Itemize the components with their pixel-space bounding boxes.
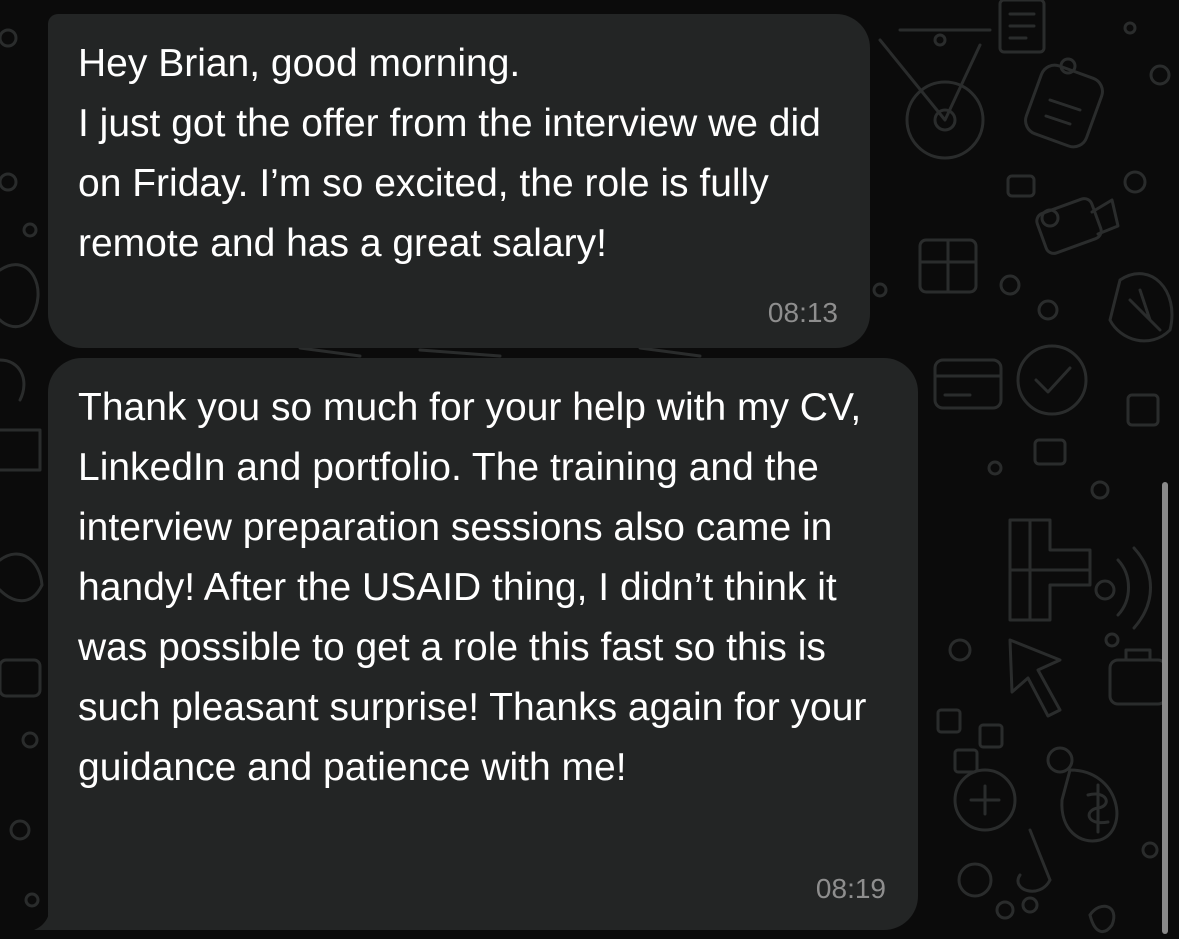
bubble-tail-icon — [34, 904, 60, 930]
message-timestamp: 08:13 — [767, 297, 838, 328]
message-timestamp: 08:19 — [815, 873, 886, 904]
message-text: Thank you so much for your help with my … — [78, 386, 867, 789]
message-bubble-incoming[interactable]: Thank you so much for your help with my … — [48, 358, 918, 930]
scrollbar[interactable] — [1162, 482, 1168, 934]
message-bubble-incoming[interactable]: Hey Brian, good morning. I just got the … — [48, 14, 870, 348]
chat-view: Hey Brian, good morning. I just got the … — [0, 0, 1179, 939]
message-text: Hey Brian, good morning. I just got the … — [78, 42, 821, 265]
